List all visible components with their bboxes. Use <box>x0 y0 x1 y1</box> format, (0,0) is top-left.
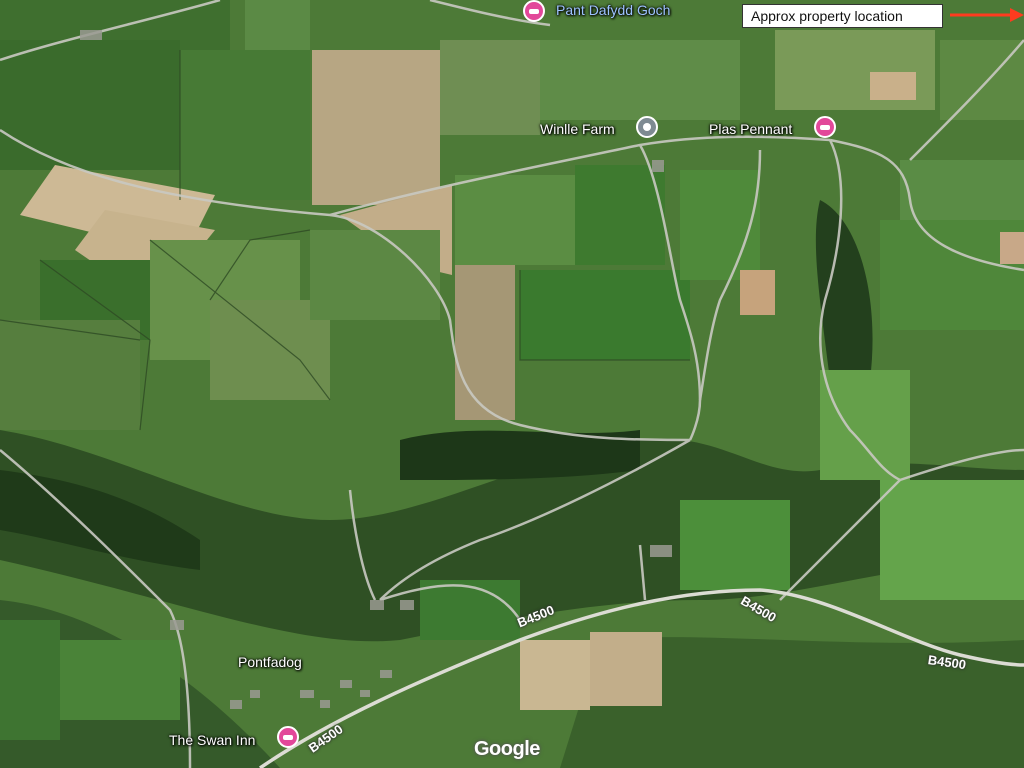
place-label-pontfadog[interactable]: Pontfadog <box>238 654 302 670</box>
pin-glyph-icon <box>820 124 830 130</box>
place-label-pant-dafydd-goch[interactable]: Pant Dafydd Goch <box>556 2 670 18</box>
arrow-right-icon <box>950 8 1024 22</box>
pin-glyph-icon <box>529 8 539 14</box>
place-label-plas-pennant[interactable]: Plas Pennant <box>709 121 792 137</box>
property-location-callout: Approx property location <box>742 4 943 28</box>
satellite-map[interactable]: Approx property location Pant Dafydd Goc… <box>0 0 1024 768</box>
place-label-the-swan-inn[interactable]: The Swan Inn <box>169 732 255 748</box>
place-pin-plas-pennant[interactable] <box>814 116 836 138</box>
place-pin-pant-dafydd-goch[interactable] <box>523 0 545 22</box>
pin-glyph-icon <box>283 734 293 740</box>
google-attribution-logo: Google <box>474 738 540 760</box>
pin-glyph-icon <box>643 123 651 131</box>
place-pin-the-swan-inn[interactable] <box>277 726 299 748</box>
place-pin-winlle-farm[interactable] <box>636 116 658 138</box>
satellite-imagery <box>0 0 1024 768</box>
place-label-winlle-farm[interactable]: Winlle Farm <box>540 121 615 137</box>
